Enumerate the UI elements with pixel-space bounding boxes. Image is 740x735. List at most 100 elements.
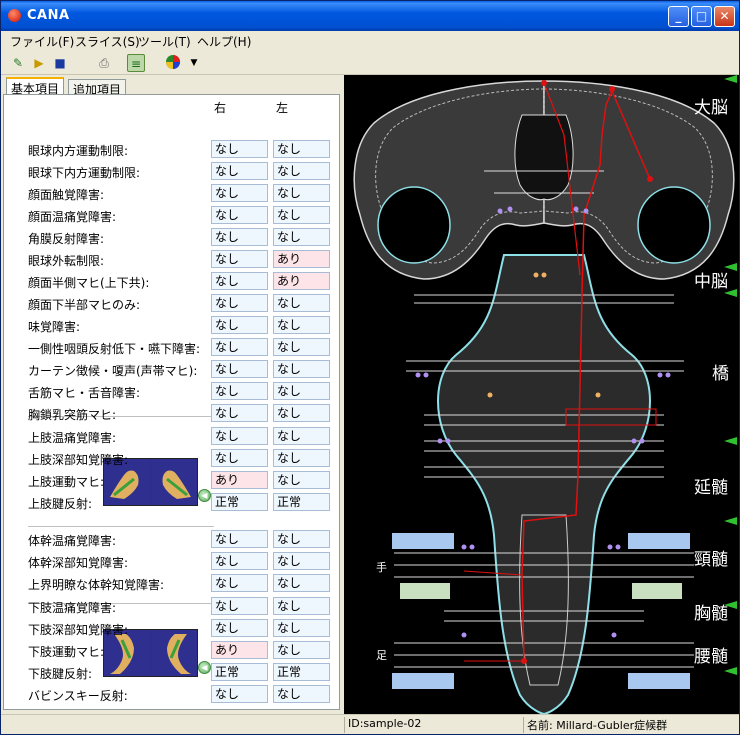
region-pons: 橋 <box>712 364 729 384</box>
right-value-field[interactable]: なし <box>211 360 268 378</box>
left-value-field[interactable]: なし <box>273 316 330 334</box>
left-value-field[interactable]: なし <box>273 162 330 180</box>
right-value-field[interactable]: なし <box>211 574 268 592</box>
left-value-field[interactable]: なし <box>273 619 330 637</box>
right-value-field[interactable]: 正常 <box>211 663 268 681</box>
menu-slice[interactable]: スライス(S) <box>75 33 140 50</box>
left-value-field[interactable]: なし <box>273 294 330 312</box>
left-value-field[interactable]: 正常 <box>273 493 330 511</box>
region-cervical: 頸髄 <box>694 550 728 570</box>
right-value-field[interactable]: なし <box>211 619 268 637</box>
right-value-field[interactable]: なし <box>211 272 268 290</box>
right-value-field[interactable]: なし <box>211 597 268 615</box>
left-value-field[interactable]: なし <box>273 471 330 489</box>
row-label: 下肢深部知覚障害: <box>28 623 129 637</box>
left-value-field[interactable]: なし <box>273 449 330 467</box>
row-label: 上界明瞭な体幹知覚障害: <box>28 578 165 592</box>
symptom-pane: 基本項目 追加項目 右 左 ◀ ◀ 眼球内方運動制限: なし なし 眼球下内方運… <box>1 75 342 714</box>
open-icon[interactable]: ▶ <box>30 54 48 72</box>
row-label: 上肢深部知覚障害: <box>28 453 129 467</box>
right-value-field[interactable]: なし <box>211 250 268 268</box>
brain-diagram[interactable]: 大脳 中脳 橋 延髄 頸髄 胸髄 腰髄 手 足 <box>344 75 739 714</box>
toolbar: ✎ ▶ ■ ⎙ ≡ ▼ <box>1 51 739 75</box>
status-id: ID:sample-02 <box>344 717 522 733</box>
status-name: 名前: Millard-Gubler症候群 <box>523 717 737 733</box>
menu-file[interactable]: ファイル(F) <box>10 33 74 50</box>
row-label: 胸鎖乳突筋マヒ: <box>28 408 117 422</box>
row-label: 眼球内方運動制限: <box>28 144 129 158</box>
right-value-field[interactable]: なし <box>211 294 268 312</box>
region-thoracic: 胸髄 <box>694 604 728 624</box>
row-label: バビンスキー反射: <box>28 689 128 703</box>
list-view-icon[interactable]: ≡ <box>127 54 145 72</box>
left-value-field[interactable]: なし <box>273 597 330 615</box>
left-value-field[interactable]: なし <box>273 530 330 548</box>
tab-basic[interactable]: 基本項目 <box>6 77 65 96</box>
left-value-field[interactable]: なし <box>273 382 330 400</box>
left-value-field[interactable]: なし <box>273 641 330 659</box>
region-cerebrum: 大脳 <box>694 98 728 118</box>
print-icon[interactable]: ⎙ <box>95 54 113 72</box>
right-value-field[interactable]: なし <box>211 338 268 356</box>
left-value-field[interactable]: なし <box>273 184 330 202</box>
close-button[interactable]: ✕ <box>714 6 735 27</box>
left-value-field[interactable]: なし <box>273 427 330 445</box>
left-value-field[interactable]: なし <box>273 228 330 246</box>
upper-reflex-play-icon[interactable]: ◀ <box>198 489 211 502</box>
left-value-field[interactable]: なし <box>273 360 330 378</box>
left-value-field[interactable]: なし <box>273 338 330 356</box>
row-label: 顔面触覚障害: <box>28 188 105 202</box>
left-value-field[interactable]: あり <box>273 250 330 268</box>
column-left: 左 <box>276 101 289 115</box>
row-label: 下肢腱反射: <box>28 667 93 681</box>
right-value-field[interactable]: なし <box>211 184 268 202</box>
left-value-field[interactable]: なし <box>273 404 330 422</box>
left-value-field[interactable]: なし <box>273 206 330 224</box>
symptom-panel: 右 左 ◀ ◀ 眼球内方運動制限: なし なし 眼球下内方運動制限: なし なし… <box>3 94 340 710</box>
row-label: 上肢温痛覚障害: <box>28 431 117 445</box>
left-value-field[interactable]: 正常 <box>273 663 330 681</box>
right-value-field[interactable]: あり <box>211 641 268 659</box>
right-value-field[interactable]: なし <box>211 685 268 703</box>
hand-label: 手 <box>376 561 387 574</box>
row-label: 味覚障害: <box>28 320 81 334</box>
left-value-field[interactable]: なし <box>273 552 330 570</box>
chevron-down-icon[interactable]: ▼ <box>185 54 203 72</box>
menu-help[interactable]: ヘルプ(H) <box>197 33 251 50</box>
right-value-field[interactable]: なし <box>211 206 268 224</box>
row-label: 体幹深部知覚障害: <box>28 556 129 570</box>
region-lumbar: 腰髄 <box>694 647 728 667</box>
left-value-field[interactable]: なし <box>273 140 330 158</box>
lower-reflex-play-icon[interactable]: ◀ <box>198 661 211 674</box>
right-value-field[interactable]: あり <box>211 471 268 489</box>
right-value-field[interactable]: なし <box>211 382 268 400</box>
left-value-field[interactable]: あり <box>273 272 330 290</box>
right-value-field[interactable]: なし <box>211 228 268 246</box>
row-label: 一側性咽頭反射低下・嚥下障害: <box>28 342 201 356</box>
title-bar[interactable]: CANA _ □ ✕ <box>1 1 739 31</box>
menu-tools[interactable]: ツール(T) <box>138 33 191 50</box>
maximize-button[interactable]: □ <box>691 6 712 27</box>
row-label: 下肢運動マヒ: <box>28 645 105 659</box>
color-palette-icon[interactable] <box>164 54 182 72</box>
right-value-field[interactable]: 正常 <box>211 493 268 511</box>
right-value-field[interactable]: なし <box>211 427 268 445</box>
left-value-field[interactable]: なし <box>273 685 330 703</box>
foot-label: 足 <box>376 649 387 662</box>
minimize-button[interactable]: _ <box>668 6 689 27</box>
right-value-field[interactable]: なし <box>211 316 268 334</box>
right-value-field[interactable]: なし <box>211 140 268 158</box>
right-value-field[interactable]: なし <box>211 449 268 467</box>
row-label: 顔面温痛覚障害: <box>28 210 117 224</box>
row-label: 下肢温痛覚障害: <box>28 601 117 615</box>
new-icon[interactable]: ✎ <box>9 54 27 72</box>
right-value-field[interactable]: なし <box>211 530 268 548</box>
right-value-field[interactable]: なし <box>211 162 268 180</box>
row-label: 角膜反射障害: <box>28 232 105 246</box>
row-label: 眼球下内方運動制限: <box>28 166 141 180</box>
left-value-field[interactable]: なし <box>273 574 330 592</box>
right-value-field[interactable]: なし <box>211 404 268 422</box>
region-midbrain: 中脳 <box>694 272 728 292</box>
save-icon[interactable]: ■ <box>51 54 69 72</box>
right-value-field[interactable]: なし <box>211 552 268 570</box>
